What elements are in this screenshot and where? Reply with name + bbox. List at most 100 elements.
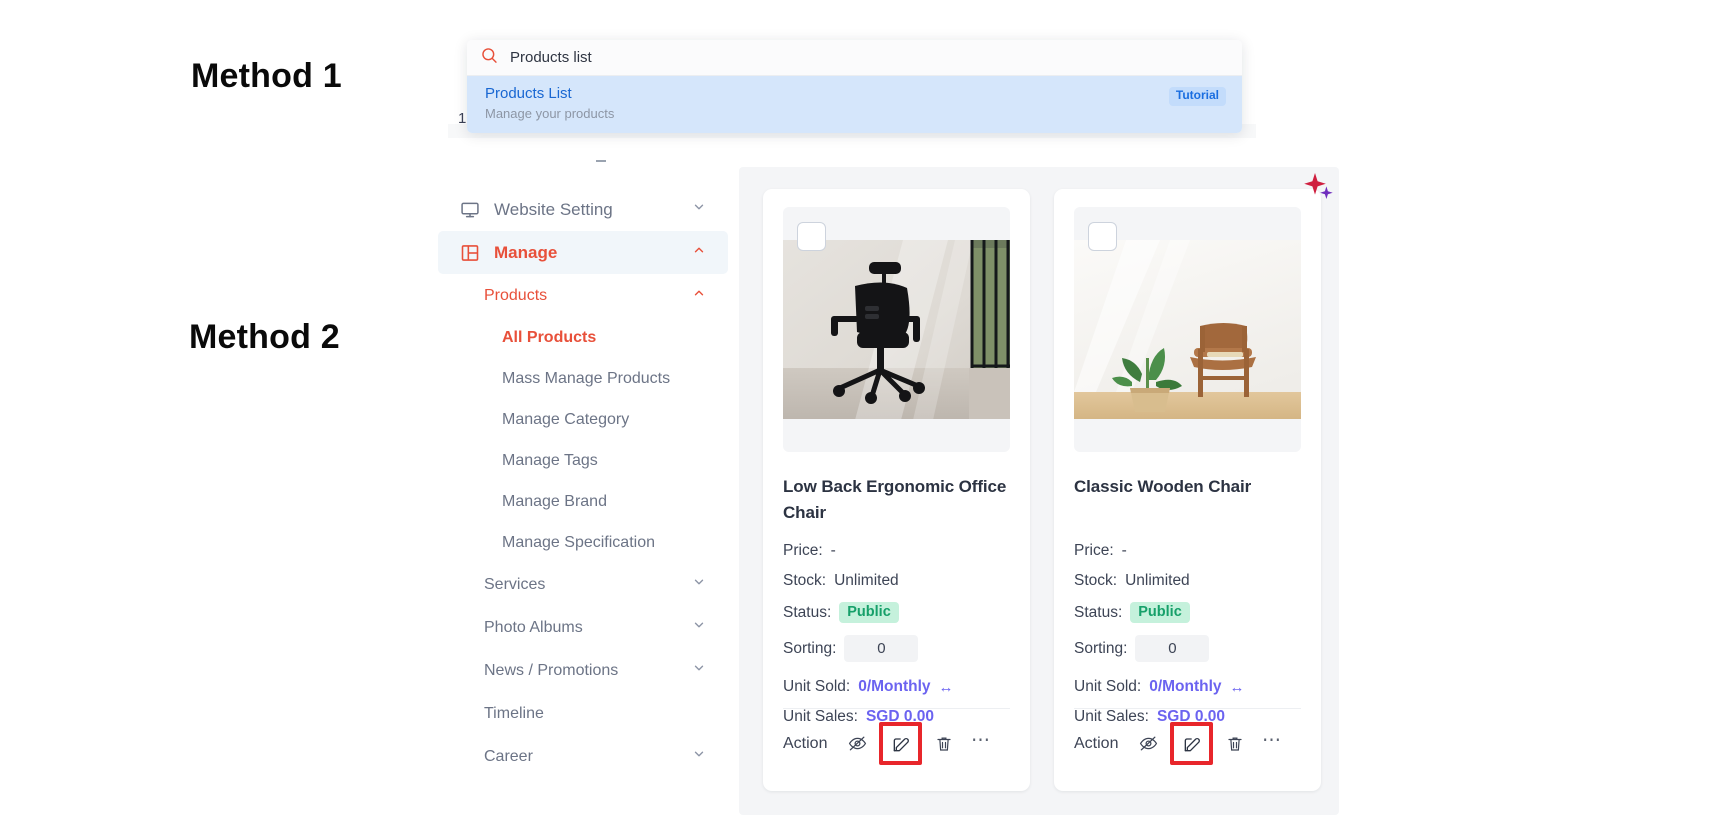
search-result-subtitle: Manage your products (485, 105, 615, 121)
method-1-annotation: Method 1 (191, 57, 342, 95)
eye-off-icon[interactable] (1133, 728, 1164, 759)
edit-pencil-icon[interactable] (885, 728, 916, 759)
product-title: Classic Wooden Chair (1074, 477, 1252, 496)
layout-panel-icon (460, 243, 482, 263)
chevron-down-icon[interactable] (692, 747, 706, 766)
sidebar-item-photo-albums[interactable]: Photo Albums (438, 606, 728, 649)
product-select-checkbox[interactable] (1088, 222, 1117, 251)
sidebar-item-manage-specification[interactable]: Manage Specification (438, 522, 728, 563)
chevron-up-icon[interactable] (692, 243, 706, 262)
search-result-title: Products List (485, 85, 572, 102)
product-price-row: Price: - (1074, 542, 1301, 560)
eye-off-icon[interactable] (842, 728, 873, 759)
sidebar-item-label: Photo Albums (484, 618, 583, 636)
product-title: Low Back Ergonomic Office Chair (783, 477, 1007, 522)
sidebar-item-timeline[interactable]: Timeline (438, 692, 728, 735)
chevron-down-icon[interactable] (692, 200, 706, 219)
page-divider-mark (596, 160, 606, 162)
method-2-annotation: Method 2 (189, 318, 340, 356)
more-options-icon[interactable]: ⋯ (1256, 728, 1287, 759)
product-card[interactable]: Classic Wooden Chair Price: - Stock: Unl… (1054, 173, 1333, 791)
product-status-row: Status: Public (1074, 602, 1301, 623)
more-options-icon[interactable]: ⋯ (965, 728, 996, 759)
sidebar-item-label: Mass Manage Products (502, 369, 671, 387)
product-sorting-row: Sorting: 0 (783, 635, 1010, 662)
product-action-row: Action ⋯ (783, 708, 1010, 765)
product-thumbnail[interactable] (783, 207, 1010, 452)
search-bar[interactable] (467, 40, 1242, 76)
sidebar-item-label: Website Setting (494, 199, 613, 219)
sidebar-item-label: Career (484, 747, 533, 765)
sidebar-item-manage-brand[interactable]: Manage Brand (438, 481, 728, 522)
sidebar-item-label: News / Promotions (484, 661, 619, 679)
edit-pencil-icon-highlight[interactable] (879, 722, 923, 765)
sidebar-item-all-products[interactable]: All Products (438, 317, 728, 358)
unit-sold-label: Unit Sold: (783, 678, 851, 695)
chevron-down-icon[interactable] (692, 575, 706, 594)
sidebar-item-label: Services (484, 575, 546, 593)
sorting-label: Sorting: (783, 639, 837, 657)
swap-arrows-icon[interactable]: ↔ (1230, 679, 1245, 696)
product-status-row: Status: Public (783, 602, 1010, 623)
product-image-wooden-chair (1074, 240, 1301, 419)
sidebar-item-label: Manage Brand (502, 492, 607, 510)
price-label: Price: (783, 542, 823, 559)
product-stock-row: Stock: Unlimited (783, 572, 1010, 590)
sidebar-item-label: Manage Tags (502, 451, 598, 469)
sidebar-item-career[interactable]: Career (438, 735, 728, 778)
chevron-up-icon[interactable] (692, 286, 706, 305)
sorting-label: Sorting: (1074, 639, 1128, 657)
price-label: Price: (1074, 542, 1114, 559)
sidebar-item-news-promotions[interactable]: News / Promotions (438, 649, 728, 692)
search-icon (481, 47, 498, 69)
status-badge: Public (839, 602, 899, 623)
sidebar-item-label: Manage Specification (502, 533, 655, 551)
sidebar-item-label: All Products (502, 328, 597, 346)
product-unit-sold-row: Unit Sold: 0/Monthly ↔ (1074, 678, 1301, 696)
sidebar-item-products[interactable]: Products (438, 274, 728, 317)
screenshot-root: Method 1 Method 2 10 of 200 products Pro… (0, 0, 1719, 834)
stock-value: Unlimited (1125, 572, 1190, 589)
trash-icon[interactable] (1219, 728, 1250, 759)
global-search-overlay: Products List Manage your products Tutor… (467, 40, 1242, 133)
product-select-checkbox[interactable] (797, 222, 826, 251)
product-sorting-row: Sorting: 0 (1074, 635, 1301, 662)
sidebar-item-website-setting[interactable]: Website Setting (438, 188, 728, 231)
product-image-office-chair (783, 240, 1010, 419)
unit-sold-label: Unit Sold: (1074, 678, 1142, 695)
stock-value: Unlimited (834, 572, 899, 589)
unit-sold-value: 0/Monthly (858, 678, 931, 695)
product-price-row: Price: - (783, 542, 1010, 560)
sidebar-item-label: Products (484, 286, 548, 304)
sidebar-item-label: Manage (494, 242, 558, 262)
tutorial-badge: Tutorial (1168, 87, 1226, 106)
trash-icon[interactable] (928, 728, 959, 759)
chevron-down-icon[interactable] (692, 661, 706, 680)
action-label: Action (1074, 734, 1119, 752)
monitor-icon (460, 200, 482, 220)
swap-arrows-icon[interactable]: ↔ (939, 679, 954, 696)
product-thumbnail[interactable] (1074, 207, 1301, 452)
search-input[interactable] (510, 49, 1228, 66)
sidebar-item-manage[interactable]: Manage (438, 231, 728, 274)
sorting-input[interactable]: 0 (844, 635, 919, 662)
edit-pencil-icon[interactable] (1176, 728, 1207, 759)
search-results-list: Products List Manage your products Tutor… (467, 76, 1242, 133)
search-result-item[interactable]: Products List Manage your products Tutor… (467, 76, 1242, 133)
product-unit-sold-row: Unit Sold: 0/Monthly ↔ (783, 678, 1010, 696)
product-card[interactable]: Low Back Ergonomic Office Chair Price: -… (763, 189, 1030, 791)
status-label: Status: (783, 603, 832, 621)
sidebar-item-mass-manage-products[interactable]: Mass Manage Products (438, 358, 728, 399)
sidebar-item-manage-tags[interactable]: Manage Tags (438, 440, 728, 481)
ai-sparkle-icon[interactable] (1301, 171, 1335, 208)
sorting-input[interactable]: 0 (1135, 635, 1210, 662)
chevron-down-icon[interactable] (692, 618, 706, 637)
sidebar-item-services[interactable]: Services (438, 563, 728, 606)
status-badge: Public (1130, 602, 1190, 623)
status-label: Status: (1074, 603, 1123, 621)
sidebar-item-manage-category[interactable]: Manage Category (438, 399, 728, 440)
edit-pencil-icon-highlight[interactable] (1170, 722, 1214, 765)
stock-label: Stock: (783, 572, 827, 589)
price-value: - (1121, 542, 1127, 559)
stock-label: Stock: (1074, 572, 1118, 589)
